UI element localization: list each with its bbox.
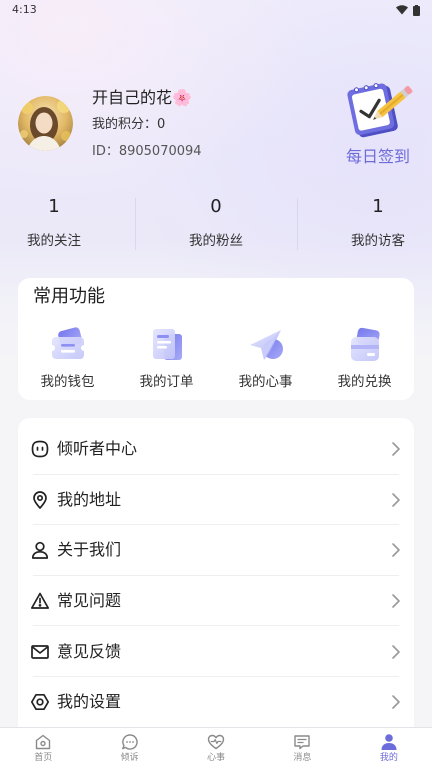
function-label: 我的订单 <box>139 374 194 390</box>
settings-hexagon-icon <box>30 692 50 712</box>
chevron-right-icon <box>391 542 401 558</box>
order-document-icon <box>147 325 187 365</box>
menu-label: 我的地址 <box>57 489 122 509</box>
user-id-text: ID：8905070094 <box>92 144 202 159</box>
checkin-label: 每日签到 <box>345 147 410 166</box>
function-wallet[interactable]: 我的钱包 <box>18 325 117 391</box>
person-icon <box>30 540 50 560</box>
bottom-tab-bar: 首页 倾诉 心事 消息 我的 <box>0 727 432 768</box>
tab-label: 首页 <box>34 753 53 763</box>
common-functions-card: 常用功能 我的钱包 我的订单 我的心事 我的兑换 <box>18 278 414 400</box>
settings-menu-card: 倾听者中心 我的地址 关于我们 常见问题 意见反馈 我的设置 <box>18 418 414 748</box>
exchange-card-icon <box>345 325 385 365</box>
stat-label: 我的访客 <box>351 233 405 249</box>
battery-icon <box>413 4 420 16</box>
tab-messages[interactable]: 消息 <box>259 728 345 768</box>
menu-item-listener-center[interactable]: 倾听者中心 <box>18 424 414 475</box>
menu-label: 我的设置 <box>57 692 122 712</box>
function-label: 我的兑换 <box>337 374 392 390</box>
stat-value: 1 <box>48 196 60 217</box>
tab-label: 倾诉 <box>120 753 139 763</box>
stat-divider <box>297 198 298 250</box>
stat-visitors[interactable]: 1 我的访客 <box>350 196 406 252</box>
status-icons <box>396 4 420 16</box>
points-text: 我的积分：0 <box>92 117 166 132</box>
tab-confide[interactable]: 倾诉 <box>86 728 172 768</box>
menu-item-about-us[interactable]: 关于我们 <box>18 525 414 576</box>
stat-fans[interactable]: 0 我的粉丝 <box>188 196 244 252</box>
status-time: 4:13 <box>12 3 37 16</box>
function-orders[interactable]: 我的订单 <box>117 325 216 391</box>
function-exchange[interactable]: 我的兑换 <box>315 325 414 391</box>
warning-icon <box>30 591 50 611</box>
common-functions-title: 常用功能 <box>33 286 105 307</box>
stat-value: 1 <box>372 196 384 217</box>
tab-label: 消息 <box>293 753 312 763</box>
wifi-icon <box>396 5 408 15</box>
checkin-notepad-pencil-icon <box>344 76 414 140</box>
home-icon <box>34 733 52 751</box>
location-pin-icon <box>30 490 50 510</box>
wallet-icon <box>48 325 88 365</box>
mail-icon <box>30 642 50 662</box>
menu-item-settings[interactable]: 我的设置 <box>18 677 414 728</box>
chevron-right-icon <box>391 644 401 660</box>
tab-label: 心事 <box>207 753 226 763</box>
profile-icon <box>380 733 398 751</box>
stat-following[interactable]: 1 我的关注 <box>26 196 82 252</box>
function-label: 我的心事 <box>238 374 293 390</box>
tab-home[interactable]: 首页 <box>0 728 86 768</box>
tab-label: 我的 <box>379 753 398 763</box>
message-icon <box>293 733 311 751</box>
menu-label: 常见问题 <box>57 591 122 611</box>
stat-value: 0 <box>210 196 222 217</box>
chat-bubble-icon <box>121 733 139 751</box>
paper-plane-icon <box>246 325 286 365</box>
menu-item-feedback[interactable]: 意见反馈 <box>18 626 414 677</box>
nickname: 开自己的花🌸 <box>92 88 192 107</box>
menu-label: 意见反馈 <box>57 641 122 661</box>
menu-label: 关于我们 <box>57 540 122 560</box>
stat-divider <box>135 198 136 250</box>
chevron-right-icon <box>391 694 401 710</box>
stat-label: 我的粉丝 <box>189 233 243 249</box>
function-thoughts[interactable]: 我的心事 <box>216 325 315 391</box>
stats-row: 1 我的关注 0 我的粉丝 1 我的访客 <box>0 196 432 252</box>
heart-pulse-icon <box>207 733 225 751</box>
tab-me[interactable]: 我的 <box>346 728 432 768</box>
chevron-right-icon <box>391 492 401 508</box>
menu-label: 倾听者中心 <box>57 439 138 459</box>
function-label: 我的钱包 <box>40 374 95 390</box>
avatar[interactable] <box>18 96 73 151</box>
chevron-right-icon <box>391 593 401 609</box>
listener-face-icon <box>30 439 50 459</box>
tab-thoughts[interactable]: 心事 <box>173 728 259 768</box>
chevron-right-icon <box>391 441 401 457</box>
common-functions-grid: 我的钱包 我的订单 我的心事 我的兑换 <box>18 325 414 391</box>
stat-label: 我的关注 <box>27 233 81 249</box>
menu-item-my-address[interactable]: 我的地址 <box>18 475 414 526</box>
daily-checkin-button[interactable]: 每日签到 <box>338 74 418 169</box>
menu-item-faq[interactable]: 常见问题 <box>18 576 414 627</box>
